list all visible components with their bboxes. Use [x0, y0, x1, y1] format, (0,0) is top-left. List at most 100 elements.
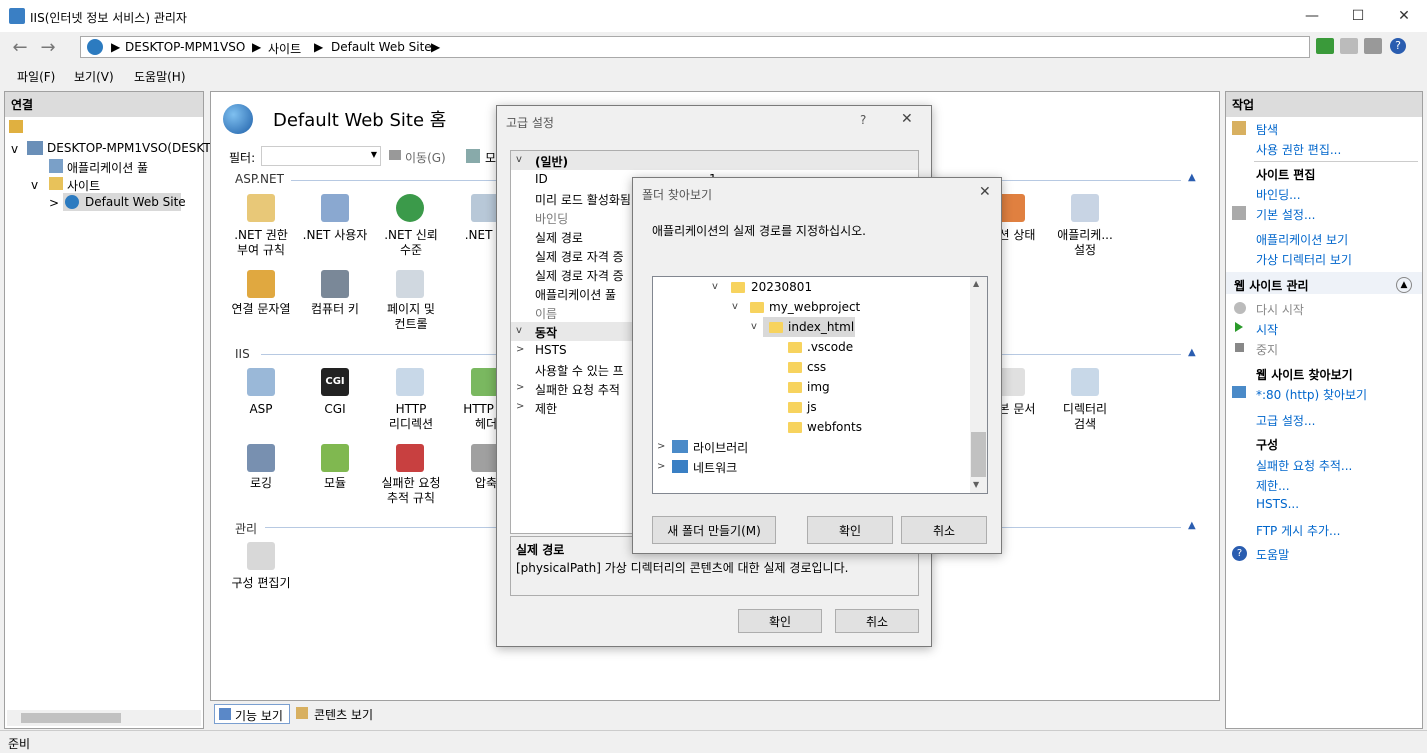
item-label[interactable]: .NET 권한 부여 규칙: [221, 228, 301, 258]
action-failed-tracing[interactable]: 실패한 요청 추적...: [1256, 457, 1352, 474]
expand-icon[interactable]: >: [657, 441, 665, 452]
maximize-button[interactable]: ☐: [1335, 0, 1381, 32]
crumb-sites[interactable]: 사이트: [268, 40, 301, 57]
item-label[interactable]: CGI: [295, 402, 375, 417]
expand-icon[interactable]: >: [657, 461, 665, 472]
new-folder-button[interactable]: 새 폴더 만들기(M): [652, 516, 776, 544]
action-add-ftp[interactable]: FTP 게시 추가...: [1256, 522, 1341, 539]
item-label[interactable]: 연결 문자열: [221, 302, 301, 317]
failed-request-icon[interactable]: [396, 444, 424, 472]
net-users-icon[interactable]: [321, 194, 349, 222]
action-edit-perms[interactable]: 사용 권한 편집...: [1256, 141, 1341, 158]
config-editor-icon[interactable]: [247, 542, 275, 570]
item-label[interactable]: HTTP 리디렉션: [371, 402, 451, 432]
folder-network[interactable]: 네트워크: [693, 459, 737, 476]
folder-my-webproject[interactable]: my_webproject: [769, 300, 860, 314]
tree-expand-icon[interactable]: v: [11, 142, 18, 156]
address-box[interactable]: ▶ DESKTOP-MPM1VSO ▶ 사이트 ▶ Default Web Si…: [80, 36, 1310, 58]
action-help[interactable]: 도움말: [1256, 546, 1289, 563]
folder-20230801[interactable]: 20230801: [751, 280, 812, 294]
dialog-close-button[interactable]: ✕: [901, 111, 913, 127]
show-all-button[interactable]: 모: [485, 149, 496, 166]
net-trust-icon[interactable]: [396, 194, 424, 222]
h-scrollbar[interactable]: [7, 710, 201, 726]
item-label[interactable]: ASP: [221, 402, 301, 417]
item-label[interactable]: 디렉터리 검색: [1045, 402, 1125, 432]
go-button[interactable]: 이동(G): [405, 149, 446, 166]
expand-icon[interactable]: v: [732, 301, 738, 312]
minimize-button[interactable]: —: [1289, 0, 1335, 32]
forward-icon[interactable]: →: [36, 36, 60, 58]
ok-button[interactable]: 확인: [738, 609, 822, 633]
modules-icon[interactable]: [321, 444, 349, 472]
help-icon[interactable]: ?: [1390, 38, 1406, 54]
conn-strings-icon[interactable]: [247, 270, 275, 298]
action-limits[interactable]: 제한...: [1256, 477, 1290, 494]
machine-key-icon[interactable]: [321, 270, 349, 298]
tree-expand-icon[interactable]: v: [31, 178, 38, 192]
folder-vscode[interactable]: .vscode: [807, 340, 853, 354]
action-hsts[interactable]: HSTS...: [1256, 497, 1299, 511]
home-icon[interactable]: [1364, 38, 1382, 54]
item-label[interactable]: 애플리케... 설정: [1045, 228, 1125, 258]
menu-file[interactable]: 파일(F): [17, 68, 55, 85]
tree-app-pools[interactable]: 애플리케이션 풀: [67, 159, 148, 176]
cancel-button[interactable]: 취소: [901, 516, 987, 544]
item-label[interactable]: 로깅: [221, 476, 301, 491]
item-label[interactable]: 페이지 및 컨트롤: [371, 302, 451, 332]
menu-view[interactable]: 보기(V): [74, 68, 114, 85]
dialog-close-button[interactable]: ✕: [979, 184, 991, 200]
dialog-help-button[interactable]: ?: [860, 113, 866, 127]
item-label[interactable]: 모듈: [295, 476, 375, 491]
tree-sites[interactable]: 사이트: [67, 177, 100, 194]
app-settings-icon[interactable]: [1071, 194, 1099, 222]
item-label[interactable]: 실패한 요청 추적 규칙: [371, 476, 451, 506]
action-view-apps[interactable]: 애플리케이션 보기: [1256, 231, 1348, 248]
folder-css[interactable]: css: [807, 360, 826, 374]
tree-server[interactable]: DESKTOP-MPM1VSO(DESKT: [47, 141, 211, 155]
item-label[interactable]: 구성 편집기: [221, 576, 301, 591]
expand-icon[interactable]: v: [712, 281, 718, 292]
cancel-button[interactable]: 취소: [835, 609, 919, 633]
content-view-tab[interactable]: 콘텐츠 보기: [296, 704, 386, 724]
tree-collapse-icon[interactable]: >: [49, 196, 59, 210]
category-general[interactable]: v (일반): [511, 151, 918, 170]
action-start[interactable]: 시작: [1256, 321, 1278, 338]
item-label[interactable]: .NET 사용자: [295, 228, 375, 243]
folder-library[interactable]: 라이브러리: [693, 439, 748, 456]
collapse-circle-icon[interactable]: ▲: [1396, 277, 1412, 293]
collapse-icon[interactable]: ▲: [1188, 347, 1196, 358]
action-bindings[interactable]: 바인딩...: [1256, 186, 1301, 203]
collapse-icon[interactable]: ▲: [1188, 172, 1196, 183]
logging-icon[interactable]: [247, 444, 275, 472]
close-button[interactable]: ✕: [1381, 0, 1427, 32]
item-label[interactable]: .NET 신뢰 수준: [371, 228, 451, 258]
action-stop[interactable]: 중지: [1256, 341, 1278, 358]
net-auth-icon[interactable]: [247, 194, 275, 222]
folder-index-html[interactable]: index_html: [788, 320, 854, 334]
item-label[interactable]: 컴퓨터 키: [295, 302, 375, 317]
action-advanced-settings[interactable]: 고급 설정...: [1256, 412, 1315, 429]
features-view-tab[interactable]: 기능 보기: [214, 704, 290, 724]
tree-default-site[interactable]: Default Web Site: [85, 195, 186, 209]
ok-button[interactable]: 확인: [807, 516, 893, 544]
expand-icon[interactable]: v: [751, 321, 757, 332]
pages-controls-icon[interactable]: [396, 270, 424, 298]
cgi-icon[interactable]: CGI: [321, 368, 349, 396]
connect-icon[interactable]: [9, 120, 23, 133]
asp-icon[interactable]: [247, 368, 275, 396]
v-scrollbar[interactable]: ▲ ▼: [970, 277, 987, 493]
folder-webfonts[interactable]: webfonts: [807, 420, 862, 434]
action-basic-settings[interactable]: 기본 설정...: [1256, 206, 1315, 223]
stop-icon[interactable]: [1340, 38, 1358, 54]
http-redirect-icon[interactable]: [396, 368, 424, 396]
action-restart[interactable]: 다시 시작: [1256, 301, 1304, 318]
compression-icon[interactable]: [471, 444, 499, 472]
refresh-icon[interactable]: [1316, 38, 1334, 54]
crumb-site[interactable]: Default Web Site: [331, 40, 432, 54]
folder-js[interactable]: js: [807, 400, 817, 414]
net-roles-icon[interactable]: [471, 194, 499, 222]
folder-img[interactable]: img: [807, 380, 830, 394]
menu-help[interactable]: 도움말(H): [134, 68, 186, 85]
back-icon[interactable]: ←: [8, 36, 32, 58]
